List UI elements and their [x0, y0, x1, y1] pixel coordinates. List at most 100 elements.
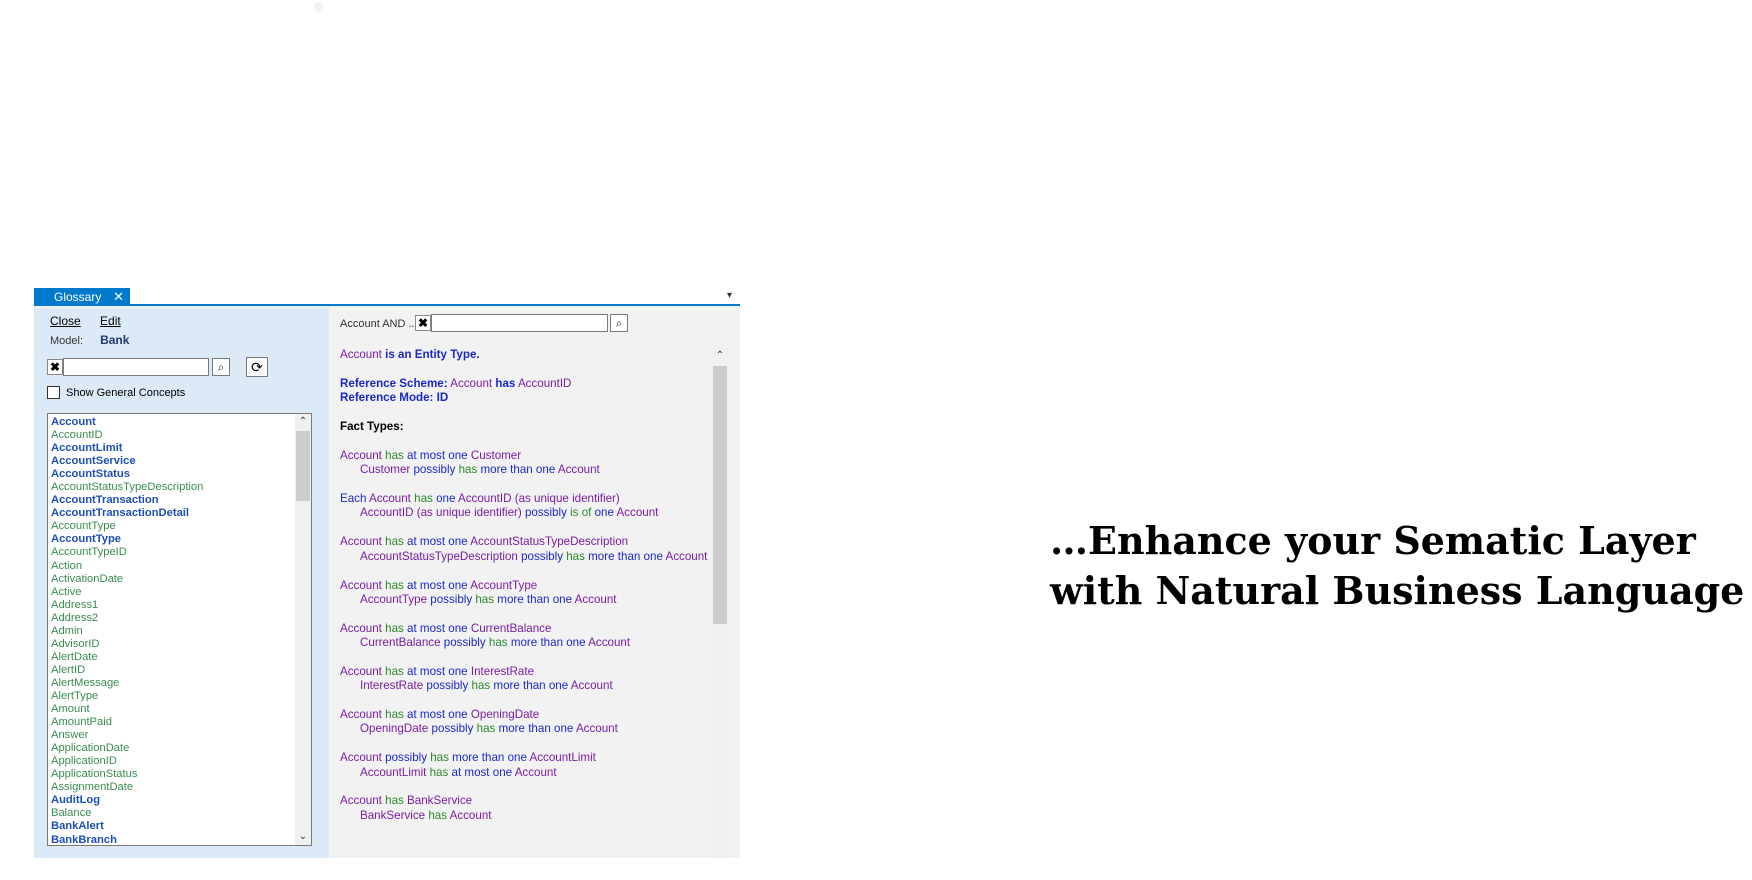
menu-close[interactable]: Close	[50, 314, 81, 328]
list-item[interactable]: AuditLog	[51, 794, 291, 807]
list-item[interactable]: AccountLimit	[51, 442, 291, 455]
fact-segment: at most one	[407, 664, 471, 678]
list-item[interactable]: Admin	[51, 625, 291, 638]
clear-search-icon[interactable]: ✖	[47, 359, 63, 375]
fact-types-heading: Fact Types:	[340, 420, 404, 434]
menu-edit-label: Edit	[100, 314, 121, 328]
list-item[interactable]: AssignmentDate	[51, 781, 291, 794]
search-input[interactable]	[63, 358, 209, 376]
fact-segment: has	[381, 448, 408, 462]
list-item[interactable]: Answer	[51, 729, 291, 742]
list-item[interactable]: AlertID	[51, 664, 291, 677]
fact-segment: at most one	[407, 535, 471, 549]
reference-mode: Reference Mode: ID	[340, 391, 449, 405]
close-icon[interactable]: ✕	[113, 288, 124, 306]
list-item[interactable]: ApplicationDate	[51, 742, 291, 755]
list-item[interactable]: AccountService	[51, 455, 291, 468]
list-item[interactable]: ApplicationStatus	[51, 768, 291, 781]
menu-edit[interactable]: Edit	[100, 314, 121, 328]
list-item[interactable]: ApplicationID	[51, 755, 291, 768]
fact-segment: Account	[588, 636, 631, 650]
list-item[interactable]: Amount	[51, 703, 291, 716]
glossary-left-panel: Close Edit Model: Bank ✖ ⌕ ⟳ Show Genera…	[34, 308, 329, 858]
fact-type-reading: Account has at most one CurrentBalance	[340, 622, 715, 636]
glossary-list[interactable]: Account AccountID AccountLimit AccountServi…	[47, 413, 312, 846]
checkbox-box[interactable]	[47, 386, 60, 399]
fact-segment: has	[381, 794, 408, 808]
fact-type-inverse-reading: Customer possibly has more than one Acco…	[340, 463, 715, 477]
list-item[interactable]: AlertDate	[51, 651, 291, 664]
tab-glossary[interactable]: Glossary ✕	[34, 288, 130, 306]
scroll-up-icon[interactable]: ⌃	[712, 348, 728, 364]
fact-segment: CurrentBalance	[470, 621, 552, 635]
detail-scrollbar[interactable]: ⌃	[712, 348, 728, 858]
glossary-detail-panel: Account AND ... ✖ ⌕ Account is an Entity…	[329, 308, 740, 858]
list-item[interactable]: BankBranch	[51, 834, 291, 846]
fact-segment: has	[414, 492, 437, 506]
scroll-thumb[interactable]	[713, 366, 727, 624]
entity-text: is an Entity Type.	[385, 348, 480, 361]
list-item[interactable]: Address2	[51, 612, 291, 625]
list-item[interactable]: Balance	[51, 807, 291, 820]
list-scrollbar[interactable]: ⌃ ⌄	[295, 414, 311, 845]
list-item[interactable]: AmountPaid	[51, 716, 291, 729]
fact-segment: Account	[340, 708, 382, 722]
fact-type-reading: Account has at most one AccountType	[340, 579, 715, 593]
scroll-down-icon[interactable]: ⌄	[295, 829, 311, 845]
fact-segment: Account	[557, 463, 600, 477]
list-item[interactable]: AccountTransactionDetail	[51, 507, 291, 520]
fact-type-reading: Account has at most one OpeningDate	[340, 708, 715, 722]
list-item[interactable]: AccountTransaction	[51, 494, 291, 507]
list-item[interactable]: Account	[51, 416, 291, 429]
fact-segment: Account	[340, 664, 382, 678]
ref-scheme-label: Reference Scheme:	[340, 376, 448, 390]
list-item[interactable]: Active	[51, 586, 291, 599]
fact-segment: Account	[340, 535, 382, 549]
fact-segment: Customer	[470, 448, 522, 462]
scroll-thumb[interactable]	[296, 431, 310, 501]
list-item[interactable]: AlertMessage	[51, 677, 291, 690]
scroll-up-icon[interactable]: ⌃	[295, 414, 311, 430]
fact-segment: Account	[665, 549, 708, 563]
fact-segment: possibly	[413, 463, 459, 477]
fact-segment: Account	[369, 492, 415, 506]
list-item[interactable]: AccountType	[51, 520, 291, 533]
refresh-icon[interactable]: ⟳	[246, 357, 268, 377]
show-general-concepts-checkbox[interactable]: Show General Concepts	[47, 386, 185, 399]
fact-type-reading: Account has at most one Customer	[340, 449, 715, 463]
list-item[interactable]: AccountTypeID	[51, 546, 291, 559]
fact-segment: possibly	[431, 722, 477, 736]
fact-segment: one	[594, 506, 617, 520]
list-item[interactable]: AlertType	[51, 690, 291, 703]
detail-search-input[interactable]	[431, 314, 608, 332]
fact-segment: Account	[340, 751, 386, 765]
chevron-down-icon[interactable]: ▾	[727, 290, 732, 301]
list-item[interactable]: AccountStatusTypeDescription	[51, 481, 291, 494]
list-item[interactable]: BankAlert	[51, 820, 291, 833]
list-item[interactable]: AccountStatus	[51, 468, 291, 481]
background-dot	[314, 2, 324, 12]
tagline: …Enhance your Sematic Layer with Natural…	[1050, 516, 1744, 616]
detail-search-icon[interactable]: ⌕	[610, 314, 628, 332]
fact-segment: AccountType	[360, 592, 431, 606]
list-item[interactable]: AdvisorID	[51, 638, 291, 651]
fact-type-inverse-reading: InterestRate possibly has more than one …	[340, 679, 715, 693]
search-icon[interactable]: ⌕	[212, 358, 230, 376]
detail-clear-icon[interactable]: ✖	[415, 315, 431, 331]
fact-segment: more than one	[480, 463, 558, 477]
fact-segment: at most one	[407, 578, 471, 592]
list-item[interactable]: AccountType	[51, 533, 291, 546]
fact-segment: possibly	[385, 751, 431, 765]
list-item[interactable]: Action	[51, 560, 291, 573]
list-item[interactable]: AccountID	[51, 429, 291, 442]
fact-segment: AccountID (as unique identifier)	[360, 506, 525, 520]
fact-segment: Each	[340, 492, 370, 506]
fact-segment: more than one	[588, 549, 666, 563]
list-item[interactable]: ActivationDate	[51, 573, 291, 586]
fact-segment: has	[381, 664, 408, 678]
fact-segment: Account	[616, 506, 659, 520]
list-item[interactable]: Address1	[51, 599, 291, 612]
fact-segment: has	[476, 722, 499, 736]
fact-segment: Account	[514, 765, 557, 779]
fact-segment: BankService	[360, 808, 429, 822]
